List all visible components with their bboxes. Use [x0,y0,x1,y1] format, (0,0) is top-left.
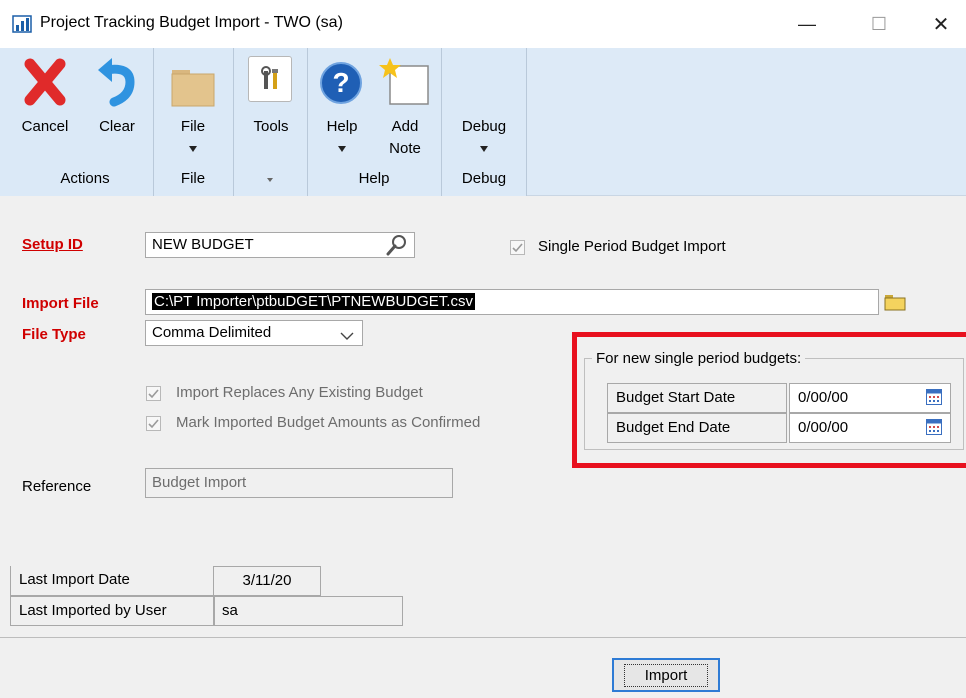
import-file-path-selected: C:\PT Importer\ptbuDGET\PTNEWBUDGET.csv [152,293,475,310]
add-note-label-1: Add [391,118,419,135]
svg-text:?: ? [332,67,349,98]
confirm-amounts-checkbox[interactable] [146,416,161,431]
last-import-date-label-text: Last Import Date [19,571,130,588]
lookup-magnifier-icon[interactable] [385,233,409,261]
add-note-label-2: Note [389,140,421,157]
setup-id-input[interactable]: NEW BUDGET [145,232,415,258]
ribbon-separator [233,48,234,196]
ribbon-separator [441,48,442,196]
add-note-button[interactable]: Add Note [374,56,436,166]
chevron-down-icon [480,146,488,152]
ribbon-separator [153,48,154,196]
debug-label: Debug [461,118,507,135]
import-file-input[interactable]: C:\PT Importer\ptbuDGET\PTNEWBUDGET.csv [145,289,879,315]
undo-arrow-icon [96,56,138,112]
debug-menu-button[interactable]: Debug [448,116,520,166]
file-type-value: Comma Delimited [152,324,272,341]
last-import-date-label: Last Import Date [10,566,215,596]
cancel-x-icon [22,56,68,112]
ribbon-separator [526,48,527,196]
footer-divider [0,637,966,638]
last-user-label: Last Imported by User [10,596,215,626]
app-icon [12,14,32,34]
reference-input[interactable]: Budget Import [145,468,453,498]
single-period-label: Single Period Budget Import [538,238,726,255]
last-import-date-value: 3/11/20 [213,566,321,596]
file-type-select[interactable]: Comma Delimited [145,320,363,346]
maximize-button[interactable]: ☐ [856,8,902,40]
replace-budget-checkbox[interactable] [146,386,161,401]
import-button[interactable]: Import [612,658,720,692]
replace-budget-label: Import Replaces Any Existing Budget [176,384,423,401]
minimize-button[interactable]: — [784,8,830,40]
last-user-value: sa [213,596,403,626]
chevron-down-icon[interactable] [340,328,354,345]
tools-icon [248,56,292,102]
help-label: Help [326,118,358,135]
clear-button[interactable]: Clear [86,56,148,166]
annotation-highlight-box [572,332,966,468]
single-period-checkbox[interactable] [510,240,525,255]
file-menu-button[interactable]: File [162,56,224,166]
chevron-down-icon [338,146,346,152]
setup-id-label[interactable]: Setup ID [22,236,83,253]
confirm-amounts-label: Mark Imported Budget Amounts as Confirme… [176,414,481,431]
help-question-icon: ? [318,60,364,110]
import-button-label: Import [623,663,709,687]
file-label: File [180,118,206,135]
add-note-icon [376,56,432,110]
help-menu-button[interactable]: ? Help [314,56,370,166]
ribbon-separator [307,48,308,196]
close-button[interactable]: ✕ [918,8,964,40]
cancel-label: Cancel [21,118,69,135]
group-label-actions: Actions [60,170,110,187]
tools-label: Tools [253,118,289,135]
tools-group-chevron-icon[interactable] [267,178,273,182]
import-file-label: Import File [22,295,99,312]
group-label-debug: Debug [461,170,507,187]
group-label-file: File [180,170,206,187]
group-label-help: Help [358,170,390,187]
folder-icon [170,64,216,112]
window-title: Project Tracking Budget Import - TWO (sa… [40,14,343,31]
browse-folder-icon[interactable] [884,292,906,316]
clear-label: Clear [99,118,135,135]
tools-menu-button[interactable]: Tools [240,56,302,166]
file-type-label: File Type [22,326,86,343]
reference-label: Reference [22,478,92,495]
cancel-button[interactable]: Cancel [12,56,78,166]
chevron-down-icon [189,146,197,152]
